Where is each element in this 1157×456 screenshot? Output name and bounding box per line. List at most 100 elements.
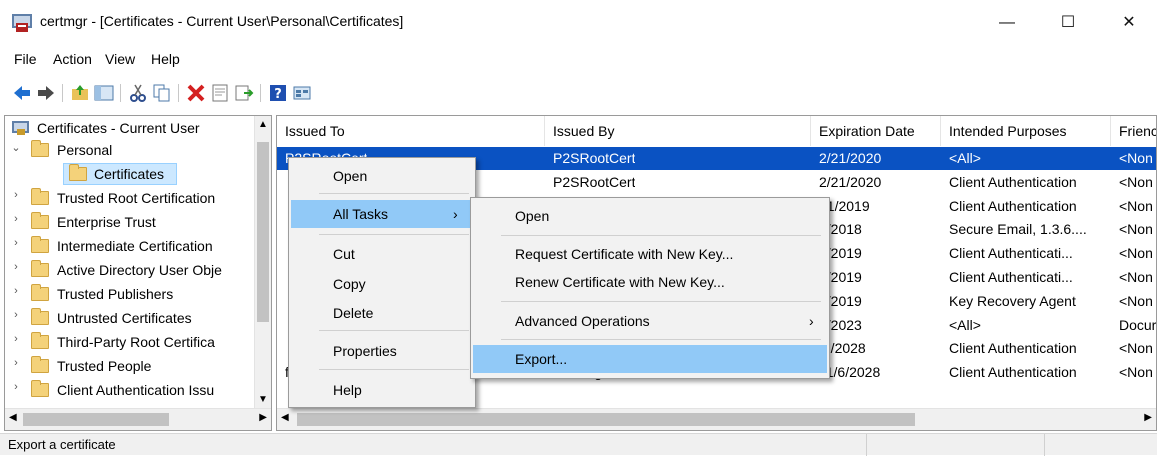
- table-cell-purposes: Client Authentication: [949, 173, 1077, 190]
- chevron-right-icon[interactable]: ›: [9, 261, 23, 273]
- status-text: Export a certificate: [8, 437, 116, 452]
- maximize-button[interactable]: ☐: [1045, 8, 1091, 38]
- certificate-store-icon: [12, 121, 29, 135]
- list-hscroll-thumb[interactable]: [297, 413, 915, 426]
- list-horizontal-scrollbar[interactable]: ◀ ▶: [277, 408, 1156, 430]
- chevron-right-icon[interactable]: ›: [9, 213, 23, 225]
- menu-file[interactable]: File: [14, 51, 37, 67]
- chevron-down-icon[interactable]: ⌄: [9, 141, 23, 154]
- cut-icon[interactable]: [128, 83, 148, 103]
- folder-icon: [31, 260, 49, 277]
- column-friendly-name[interactable]: Frienc: [1111, 116, 1156, 146]
- menu-help[interactable]: Help: [151, 51, 180, 67]
- toolbar-separator: [120, 84, 121, 102]
- context-properties[interactable]: Properties: [291, 337, 473, 365]
- tree-item-intermediate[interactable]: › Intermediate Certification: [9, 236, 249, 258]
- table-cell-purposes: Secure Email, 1.3.6....: [949, 221, 1087, 238]
- export-list-icon[interactable]: [234, 83, 254, 103]
- scroll-left-icon[interactable]: ◀: [281, 412, 289, 423]
- menu-separator: [501, 235, 821, 236]
- chevron-right-icon[interactable]: ›: [9, 237, 23, 249]
- submenu-renew-certificate[interactable]: Renew Certificate with New Key...: [473, 268, 827, 296]
- console-icon[interactable]: [292, 83, 312, 103]
- scroll-down-icon[interactable]: ▼: [258, 394, 268, 405]
- table-cell-purposes: Client Authenticati...: [949, 269, 1073, 285]
- chevron-right-icon[interactable]: ›: [9, 381, 23, 393]
- tree-horizontal-scrollbar[interactable]: ◀ ▶: [5, 408, 271, 430]
- tree-vertical-scrollbar[interactable]: ▲ ▼: [254, 116, 271, 408]
- submenu-advanced-operations[interactable]: Advanced Operations ›: [473, 307, 827, 335]
- tree-item-enterprise-trust[interactable]: › Enterprise Trust: [9, 212, 249, 234]
- context-help[interactable]: Help: [291, 376, 473, 404]
- tree-item-personal[interactable]: ⌄ Personal: [9, 140, 249, 162]
- submenu-request-certificate[interactable]: Request Certificate with New Key...: [473, 240, 827, 268]
- tree-item-third-party-root[interactable]: › Third-Party Root Certifica: [9, 332, 249, 354]
- chevron-right-icon[interactable]: ›: [9, 285, 23, 297]
- close-button[interactable]: ✕: [1106, 8, 1152, 38]
- forward-arrow-icon[interactable]: [36, 83, 56, 103]
- submenu-arrow-icon: ›: [809, 313, 814, 329]
- context-cut[interactable]: Cut: [291, 240, 473, 268]
- delete-icon[interactable]: [186, 83, 206, 103]
- tree-item-client-auth-issuers[interactable]: › Client Authentication Issu: [9, 380, 249, 402]
- properties-icon[interactable]: [210, 83, 230, 103]
- tree-item-trusted-people[interactable]: › Trusted People: [9, 356, 249, 378]
- table-cell-friendly: <Non: [1119, 245, 1153, 262]
- submenu-export[interactable]: Export...: [473, 345, 827, 373]
- toolbar-separator: [260, 84, 261, 102]
- column-intended-purposes[interactable]: Intended Purposes: [941, 116, 1111, 146]
- column-issued-by[interactable]: Issued By: [545, 116, 811, 146]
- menu-separator: [319, 193, 469, 194]
- copy-icon[interactable]: [152, 83, 172, 103]
- tree-item-trusted-publishers[interactable]: › Trusted Publishers: [9, 284, 249, 306]
- console-tree[interactable]: Certificates - Current User ⌄ Personal C…: [4, 115, 272, 431]
- back-arrow-icon[interactable]: [12, 83, 32, 103]
- column-issued-to[interactable]: Issued To: [277, 116, 545, 146]
- menu-view[interactable]: View: [105, 51, 135, 67]
- status-divider: [866, 434, 867, 456]
- table-cell-friendly: <Non: [1119, 150, 1153, 166]
- menu-bar: File Action View Help: [0, 44, 1157, 74]
- tree-item-untrusted[interactable]: › Untrusted Certificates: [9, 308, 249, 330]
- table-cell-purposes: <All>: [949, 150, 981, 166]
- chevron-right-icon[interactable]: ›: [9, 357, 23, 369]
- all-tasks-submenu: Open Request Certificate with New Key...…: [470, 197, 830, 379]
- scroll-left-icon[interactable]: ◀: [9, 412, 17, 423]
- context-delete[interactable]: Delete: [291, 299, 473, 327]
- scroll-up-icon[interactable]: ▲: [258, 119, 268, 130]
- minimize-button[interactable]: —: [984, 8, 1030, 38]
- status-bar: Export a certificate: [0, 433, 1157, 456]
- menu-separator: [319, 369, 469, 370]
- table-cell-purposes: Client Authentication: [949, 197, 1077, 214]
- chevron-right-icon[interactable]: ›: [9, 309, 23, 321]
- tree-vscroll-thumb[interactable]: [257, 142, 269, 322]
- folder-icon: [31, 332, 49, 349]
- context-open[interactable]: Open: [291, 162, 473, 190]
- column-expiration-date[interactable]: Expiration Date: [811, 116, 941, 146]
- tree-item-active-directory[interactable]: › Active Directory User Obje: [9, 260, 249, 282]
- help-icon[interactable]: ?: [268, 83, 288, 103]
- tree-item-certificates[interactable]: Certificates: [63, 163, 177, 185]
- table-cell-expires: 2/21/2020: [819, 150, 882, 166]
- chevron-right-icon[interactable]: ›: [9, 189, 23, 201]
- menu-action[interactable]: Action: [53, 51, 92, 67]
- submenu-arrow-icon: ›: [453, 206, 458, 222]
- table-cell-friendly: <Non: [1119, 292, 1153, 309]
- certmgr-app-icon: [12, 14, 32, 32]
- tree-item-trusted-root[interactable]: › Trusted Root Certification: [9, 188, 249, 210]
- context-copy[interactable]: Copy: [291, 270, 473, 298]
- up-folder-icon[interactable]: [70, 83, 90, 103]
- table-cell-friendly: <Non: [1119, 269, 1153, 285]
- scroll-right-icon[interactable]: ▶: [1144, 412, 1152, 423]
- folder-icon: [31, 236, 49, 253]
- scroll-right-icon[interactable]: ▶: [259, 412, 267, 423]
- folder-icon: [69, 164, 87, 181]
- table-cell-friendly: <Non: [1119, 197, 1153, 214]
- submenu-open[interactable]: Open: [473, 202, 827, 230]
- tree-hscroll-thumb[interactable]: [23, 413, 169, 426]
- menu-separator: [319, 234, 469, 235]
- chevron-right-icon[interactable]: ›: [9, 333, 23, 345]
- context-all-tasks[interactable]: All Tasks ›: [291, 200, 473, 228]
- title-bar: certmgr - [Certificates - Current User\P…: [0, 0, 1157, 40]
- show-hide-tree-icon[interactable]: [94, 83, 114, 103]
